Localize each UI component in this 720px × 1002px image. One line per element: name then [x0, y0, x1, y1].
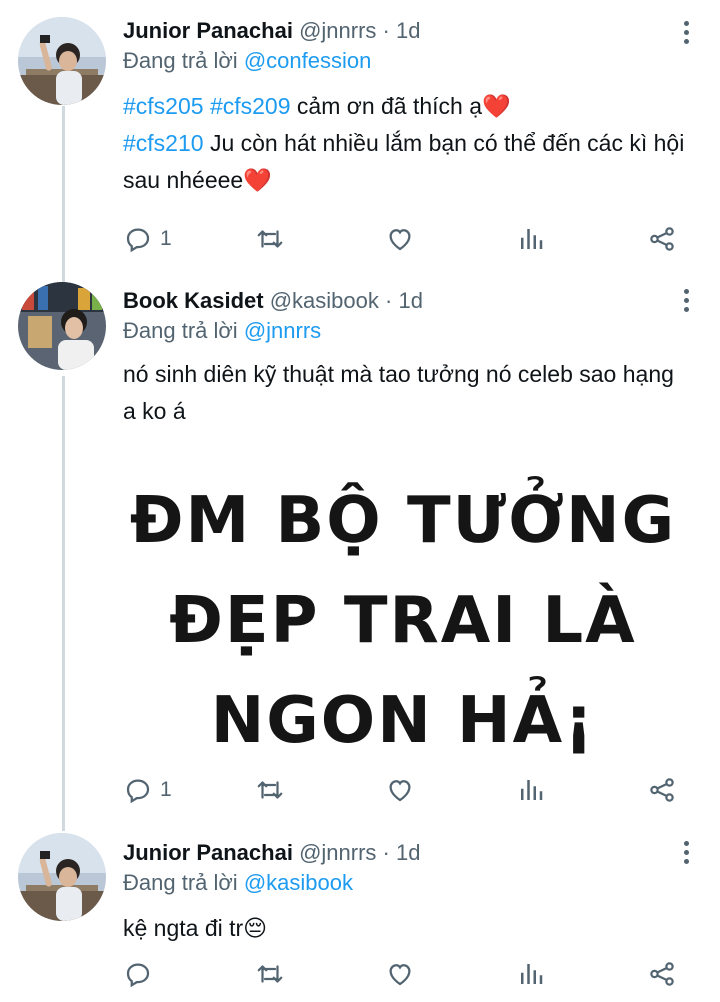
- hashtag-link[interactable]: #cfs210: [123, 130, 204, 156]
- replying-prefix: Đang trả lời: [123, 48, 238, 73]
- heart-icon: [389, 229, 411, 251]
- like-button[interactable]: [385, 956, 415, 992]
- share-button[interactable]: [647, 221, 677, 257]
- separator-dot: ·: [382, 18, 390, 43]
- reply-icon: [126, 228, 150, 253]
- retweet-icon: [257, 781, 283, 799]
- share-button[interactable]: [647, 956, 677, 992]
- author-name[interactable]: Junior Panachai: [123, 840, 293, 865]
- meme-text-line: NGON HẢ¡: [210, 684, 596, 758]
- timestamp[interactable]: 1d: [396, 840, 420, 865]
- tweet-header: Junior Panachai @jnnrrs · 1d: [123, 839, 690, 867]
- share-icon: [650, 962, 674, 986]
- replying-to: Đang trả lời @jnnrrs: [123, 316, 690, 346]
- heart-icon: [389, 964, 411, 986]
- tweet-text-line: Ju còn hát nhiều lắm bạn có thể đến các …: [123, 130, 685, 193]
- retweet-icon: [257, 965, 283, 983]
- retweet-button[interactable]: [255, 772, 285, 808]
- like-button[interactable]: [385, 772, 415, 808]
- meme-image[interactable]: ĐM BỘ TƯỞNG ĐẸP TRAI LÀ NGON HẢ¡: [123, 462, 683, 762]
- heart-icon: [389, 780, 411, 802]
- more-vertical-icon[interactable]: [682, 289, 690, 316]
- reply-icon: [126, 963, 150, 988]
- tweet[interactable]: Junior Panachai @jnnrrs · 1d Đang trả lờ…: [0, 823, 720, 1002]
- reply-button[interactable]: [123, 956, 160, 992]
- mention-link[interactable]: @jnnrrs: [244, 318, 321, 343]
- separator-dot: ·: [382, 840, 390, 865]
- meme-text-line: ĐM BỘ TƯỞNG: [129, 484, 677, 558]
- author-handle[interactable]: @jnnrrs: [299, 18, 376, 43]
- mention-link[interactable]: @confession: [244, 48, 372, 73]
- hashtag-link[interactable]: #cfs205: [123, 93, 204, 119]
- tweet-header: Junior Panachai @jnnrrs · 1d: [123, 17, 690, 45]
- share-icon: [650, 227, 674, 251]
- views-icon: [521, 780, 543, 800]
- share-icon: [650, 778, 674, 802]
- views-button[interactable]: [516, 221, 546, 257]
- tweet-text: kệ ngta đi tr😔: [123, 915, 268, 941]
- tweet-text: nó sinh diên kỹ thuật mà tao tưởng nó ce…: [123, 361, 674, 424]
- tweet-header: Book Kasidet @kasibook · 1d: [123, 287, 690, 315]
- author-name[interactable]: Junior Panachai: [123, 18, 293, 43]
- avatar[interactable]: [18, 833, 106, 921]
- separator-dot: ·: [385, 288, 393, 313]
- avatar[interactable]: [18, 17, 106, 105]
- hashtag-link[interactable]: #cfs209: [210, 93, 291, 119]
- share-button[interactable]: [647, 772, 677, 808]
- reply-count: 1: [160, 778, 172, 801]
- tweet-text-line: cảm ơn đã thích ạ❤️: [290, 93, 511, 119]
- meme-text-line: ĐẸP TRAI LÀ: [169, 584, 637, 658]
- replying-prefix: Đang trả lời: [123, 870, 238, 895]
- author-name[interactable]: Book Kasidet: [123, 288, 264, 313]
- reply-button[interactable]: 1: [123, 772, 172, 808]
- replying-to: Đang trả lời @confession: [123, 46, 690, 76]
- more-vertical-icon[interactable]: [682, 841, 690, 868]
- retweet-button[interactable]: [255, 221, 285, 257]
- action-bar: 1: [123, 221, 683, 257]
- views-icon: [521, 964, 543, 984]
- reply-count: 1: [160, 227, 172, 250]
- retweet-button[interactable]: [255, 956, 285, 992]
- views-button[interactable]: [516, 956, 546, 992]
- replying-to: Đang trả lời @kasibook: [123, 868, 690, 898]
- tweet[interactable]: Book Kasidet @kasibook · 1d Đang trả lời…: [0, 275, 720, 823]
- replying-prefix: Đang trả lời: [123, 318, 238, 343]
- avatar[interactable]: [18, 282, 106, 370]
- author-handle[interactable]: @jnnrrs: [299, 840, 376, 865]
- author-handle[interactable]: @kasibook: [270, 288, 379, 313]
- action-bar: [123, 956, 683, 992]
- tweet[interactable]: Junior Panachai @jnnrrs · 1d Đang trả lờ…: [0, 0, 720, 275]
- timestamp[interactable]: 1d: [396, 18, 420, 43]
- action-bar: 1: [123, 772, 683, 808]
- timestamp[interactable]: 1d: [398, 288, 422, 313]
- more-vertical-icon[interactable]: [682, 21, 690, 48]
- reply-icon: [126, 779, 150, 804]
- views-button[interactable]: [516, 772, 546, 808]
- tweet-text: #cfs205 #cfs209 cảm ơn đã thích ạ❤️ #cfs…: [123, 88, 690, 199]
- like-button[interactable]: [385, 221, 415, 257]
- reply-button[interactable]: 1: [123, 221, 172, 257]
- views-icon: [521, 229, 543, 249]
- mention-link[interactable]: @kasibook: [244, 870, 353, 895]
- retweet-icon: [257, 230, 283, 248]
